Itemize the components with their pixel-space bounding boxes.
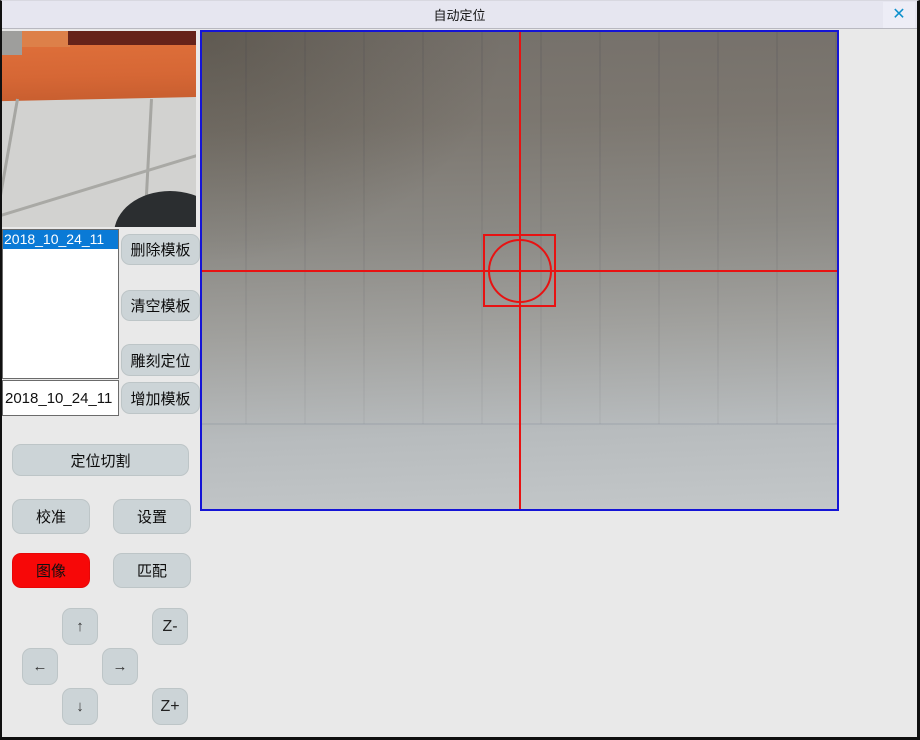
template-list[interactable]: 2018_10_24_11 [2,229,119,379]
close-button[interactable]: ✕ [883,2,915,28]
template-preview-image [2,31,196,227]
template-name-input[interactable] [2,380,119,416]
jog-z-plus-button[interactable]: Z+ [152,688,188,725]
auto-position-dialog: 自动定位 ✕ 2018_10_24_11 删除模板 清空模板 雕刻定位 增加模板… [0,0,920,740]
close-icon: ✕ [892,7,905,23]
engrave-locate-button[interactable]: 雕刻定位 [121,344,200,376]
settings-button[interactable]: 设置 [113,499,191,534]
preview-orange-beam [2,39,196,101]
template-list-item[interactable]: 2018_10_24_11 [3,230,118,249]
roi-circle [488,239,552,303]
camera-view[interactable] [200,30,839,511]
preview-light-orange-strip [22,31,70,47]
title-bar: 自动定位 ✕ [2,1,917,29]
preview-dark-object [114,191,196,227]
calibrate-button[interactable]: 校准 [12,499,90,534]
locate-cut-button[interactable]: 定位切割 [12,444,189,476]
add-template-button[interactable]: 增加模板 [121,382,200,414]
preview-tile-grout-left [2,99,19,227]
jog-left-button[interactable]: ← [22,648,58,685]
clear-templates-button[interactable]: 清空模板 [121,290,200,321]
delete-template-button[interactable]: 删除模板 [121,234,200,265]
jog-z-minus-button[interactable]: Z- [152,608,188,645]
dialog-title: 自动定位 [433,5,485,24]
preview-dark-strip [68,31,196,45]
preview-gray-block [2,31,22,55]
image-mode-button[interactable]: 图像 [12,553,90,588]
jog-right-button[interactable]: → [102,648,138,685]
jog-down-button[interactable]: ↓ [62,688,98,725]
match-button[interactable]: 匹配 [113,553,191,588]
jog-up-button[interactable]: ↑ [62,608,98,645]
